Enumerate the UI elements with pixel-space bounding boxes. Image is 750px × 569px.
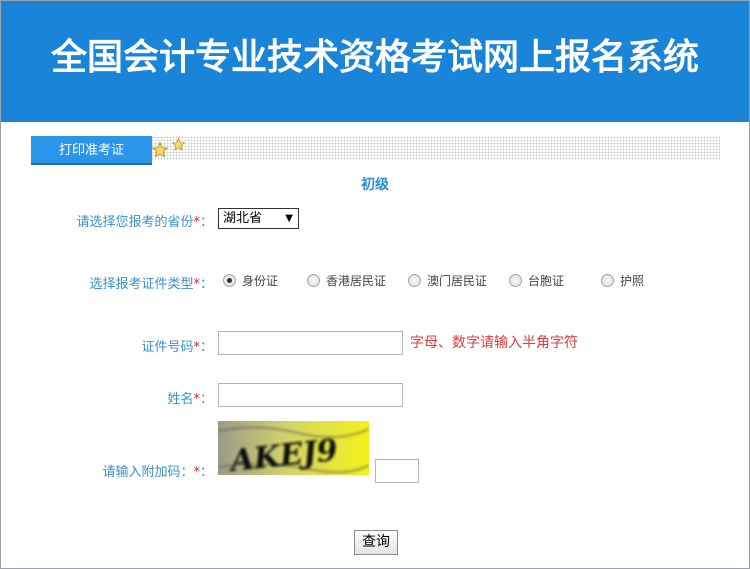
required-mark: * — [193, 340, 200, 355]
radio-icon — [601, 274, 614, 287]
name-input[interactable] — [218, 383, 403, 407]
radio-checked-icon — [223, 274, 236, 287]
required-mark: * — [193, 392, 200, 407]
query-button[interactable]: 查询 — [354, 530, 398, 555]
header-banner: 全国会计专业技术资格考试网上报名系统 — [1, 1, 749, 122]
province-select[interactable]: 湖北省 ▼ — [218, 208, 299, 229]
radio-macao-resident[interactable]: 澳门居民证 — [408, 272, 487, 289]
captcha-label: 请输入附加码：*： — [102, 465, 213, 480]
radio-passport[interactable]: 护照 — [601, 272, 644, 289]
dropdown-arrow-icon: ▼ — [285, 213, 293, 224]
radio-icon — [408, 274, 421, 287]
id-number-input[interactable] — [218, 331, 403, 355]
exam-level-heading: 初级 — [361, 177, 389, 193]
province-label: 请选择您报考的省份*： — [76, 215, 213, 230]
tab-print-admission-ticket[interactable]: 打印准考证 — [31, 136, 152, 165]
required-mark: * — [193, 277, 200, 292]
star-icon — [152, 142, 168, 158]
id-number-label: 证件号码*： — [141, 340, 213, 355]
radio-icon — [307, 274, 320, 287]
radio-icon — [509, 274, 522, 287]
page-title: 全国会计专业技术资格考试网上报名系统 — [50, 37, 699, 78]
radio-hk-resident[interactable]: 香港居民证 — [307, 272, 386, 289]
name-label: 姓名*： — [167, 392, 213, 407]
captcha-image[interactable]: AKEJ9 — [218, 421, 369, 475]
required-mark: * — [193, 215, 200, 230]
radio-taiwan-compatriot[interactable]: 台胞证 — [509, 272, 564, 289]
radio-id-card[interactable]: 身份证 — [223, 272, 278, 289]
star-icon — [172, 138, 185, 151]
required-mark: * — [193, 465, 200, 480]
id-number-hint: 字母、数字请输入半角字符 — [410, 335, 578, 351]
id-type-label: 选择报考证件类型*： — [89, 277, 213, 292]
captcha-input[interactable] — [375, 459, 419, 483]
